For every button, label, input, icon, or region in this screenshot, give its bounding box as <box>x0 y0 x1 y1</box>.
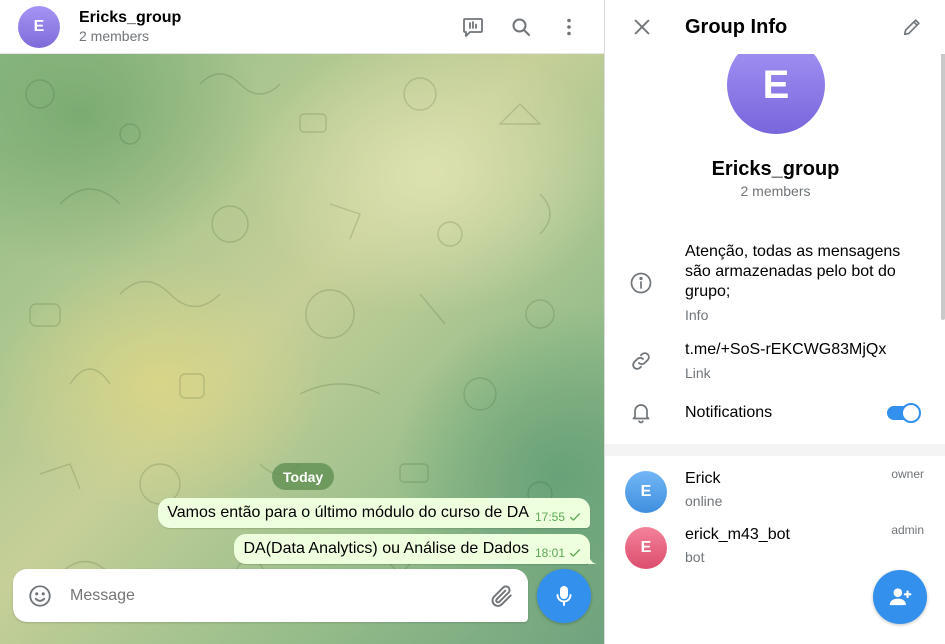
member-avatar: E <box>625 471 667 513</box>
message-time: 17:55 <box>534 510 565 524</box>
info-icon <box>630 272 652 294</box>
message-input[interactable] <box>70 586 489 605</box>
message-composer[interactable] <box>13 569 528 622</box>
chat-header[interactable]: E Ericks_group 2 members <box>0 0 604 54</box>
edit-button[interactable] <box>892 7 932 47</box>
member-list-item[interactable]: E erick_m43_bot bot admin <box>605 520 937 576</box>
member-status: online <box>685 493 723 509</box>
poll-icon <box>463 17 483 37</box>
message-time: 18:01 <box>534 546 565 560</box>
link-icon <box>632 352 650 370</box>
search-icon <box>512 18 530 36</box>
member-avatar-letter: E <box>640 483 652 500</box>
section-divider <box>605 444 945 456</box>
group-description-body: Atenção, todas as mensagens são armazena… <box>685 242 915 324</box>
invite-link-body: t.me/+SoS-rEKCWG83MjQx Link <box>685 340 886 382</box>
bubble-tail <box>588 552 598 564</box>
group-name: Ericks_group <box>711 158 840 180</box>
header-actions <box>445 7 589 47</box>
chat-avatar-letter: E <box>33 17 45 35</box>
group-info-title: Group Info <box>685 15 788 38</box>
notifications-toggle[interactable] <box>887 403 921 423</box>
invite-link-label: Link <box>685 365 711 381</box>
member-avatar-letter: E <box>640 539 652 556</box>
message-meta: 17:55 <box>535 510 582 524</box>
pencil-icon <box>903 19 920 36</box>
add-member-button[interactable] <box>873 570 927 624</box>
close-icon <box>634 19 650 35</box>
microphone-icon <box>556 586 572 606</box>
search-button[interactable] <box>501 7 541 47</box>
group-avatar-letter: E <box>762 62 790 107</box>
notifications-label: Notifications <box>685 404 773 421</box>
group-description-text: Atenção, todas as mensagens são armazena… <box>685 243 901 300</box>
panel-scrollbar[interactable] <box>941 36 945 320</box>
chat-member-count: 2 members <box>79 28 150 44</box>
chat-wallpaper: Today Vamos então para o último módulo d… <box>0 54 604 644</box>
message-bubble[interactable]: Vamos então para o último módulo do curs… <box>158 498 590 528</box>
group-description-label: Info <box>685 307 709 323</box>
poll-button[interactable] <box>453 7 493 47</box>
bell-icon <box>632 404 650 424</box>
member-name: Erick <box>685 470 721 487</box>
member-role: admin <box>891 523 924 537</box>
member-status: bot <box>685 549 705 565</box>
group-description-row[interactable]: Atenção, todas as mensagens são armazena… <box>605 242 937 326</box>
member-avatar: E <box>625 527 667 569</box>
member-role: owner <box>891 467 924 481</box>
toggle-knob <box>901 403 921 423</box>
voice-record-button[interactable] <box>537 569 591 623</box>
more-button[interactable] <box>549 7 589 47</box>
date-chip: Today <box>272 463 335 490</box>
message-text: Vamos então para o último módulo do curs… <box>167 504 529 521</box>
check-icon <box>569 513 581 521</box>
invite-link-row[interactable]: t.me/+SoS-rEKCWG83MjQx Link <box>605 340 937 382</box>
add-user-icon <box>889 588 912 606</box>
invite-link-text: t.me/+SoS-rEKCWG83MjQx <box>685 341 887 358</box>
message-bubble[interactable]: DA(Data Analytics) ou Análise de Dados 1… <box>234 534 598 564</box>
chat-title: Ericks_group <box>79 9 182 26</box>
chat-title-block[interactable]: Ericks_group 2 members <box>79 8 181 45</box>
notifications-body: Notifications <box>685 398 772 423</box>
paperclip-icon[interactable] <box>489 583 515 609</box>
group-info-panel: Group Info E Ericks_group 2 members Aten… <box>604 0 945 644</box>
member-list-item[interactable]: E Erick online owner <box>605 464 937 520</box>
emoji-icon[interactable] <box>27 583 53 609</box>
group-member-count: 2 members <box>740 183 811 199</box>
message-text: DA(Data Analytics) ou Análise de Dados <box>243 540 529 557</box>
message-meta: 18:01 <box>535 546 582 560</box>
close-button[interactable] <box>622 7 662 47</box>
more-vertical-icon <box>567 18 571 35</box>
chat-panel: E Ericks_group 2 members Today Vamos ent… <box>0 0 604 644</box>
member-name: erick_m43_bot <box>685 526 790 543</box>
group-info-header: Group Info <box>605 0 945 54</box>
check-icon <box>569 549 581 557</box>
chat-avatar[interactable]: E <box>18 5 60 48</box>
